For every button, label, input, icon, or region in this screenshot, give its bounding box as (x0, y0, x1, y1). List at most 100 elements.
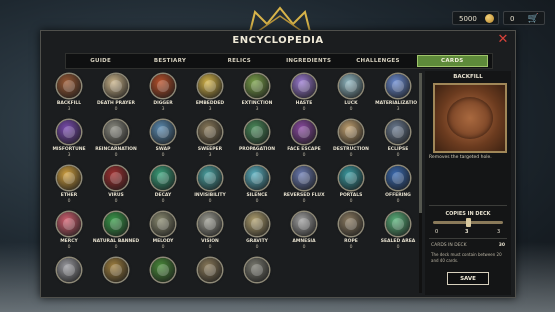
card-icon (198, 120, 222, 144)
card-item[interactable] (94, 255, 138, 297)
card-item[interactable]: MELODY 0 (141, 209, 185, 253)
tab-challenges[interactable]: CHALLENGES (343, 54, 412, 68)
card-item[interactable]: ETHER 0 (47, 163, 91, 207)
card-item[interactable]: MERCY 0 (47, 209, 91, 253)
save-button[interactable]: SAVE (447, 272, 489, 285)
card-count: 0 (349, 107, 353, 112)
card-icon (151, 258, 175, 282)
card-icon (292, 120, 316, 144)
card-name: ROPE (344, 239, 358, 244)
card-icon (339, 120, 363, 144)
gold-counter: 5000 (452, 11, 499, 25)
card-count: 0 (396, 153, 400, 158)
card-count: 3 (67, 107, 71, 112)
card-item[interactable]: AMNESIA 0 (282, 209, 326, 253)
card-name: MISFORTUNE (52, 147, 86, 152)
card-item[interactable]: REVERSED FLUX 0 (282, 163, 326, 207)
card-item[interactable]: GRAVITY 0 (235, 209, 279, 253)
card-count: 3 (396, 107, 400, 112)
card-item[interactable]: DIGGER 3 (141, 71, 185, 115)
card-grid: BACKFILL 3 DEATH PRAYER 0 DIGGER 3 EMBEDDED 3 EX… (45, 71, 417, 297)
card-icon (245, 212, 269, 236)
card-item[interactable]: HASTE 0 (282, 71, 326, 115)
card-item[interactable] (47, 255, 91, 297)
card-name: HASTE (295, 101, 313, 106)
card-icon (292, 166, 316, 190)
card-icon (104, 74, 128, 98)
card-item[interactable]: SWAP 0 (141, 117, 185, 161)
card-count: 0 (161, 245, 165, 250)
card-icon (292, 212, 316, 236)
cart-counter[interactable]: 0 🛒 (503, 11, 545, 25)
card-item[interactable]: SWEEPER 3 (188, 117, 232, 161)
card-item[interactable]: PROPAGATION 0 (235, 117, 279, 161)
card-item[interactable]: REINCARNATION 0 (94, 117, 138, 161)
card-icon (245, 258, 269, 282)
card-name: REVERSED FLUX (283, 193, 325, 198)
card-icon (386, 120, 410, 144)
tab-guide[interactable]: GUIDE (66, 54, 135, 68)
card-item[interactable]: FACE ESCAPE 0 (282, 117, 326, 161)
slider-handle[interactable] (465, 218, 471, 227)
card-count: 3 (208, 107, 212, 112)
card-item[interactable]: DESTRUCTION 0 (329, 117, 373, 161)
card-item[interactable] (188, 255, 232, 297)
card-icon (339, 166, 363, 190)
card-count: 0 (67, 245, 71, 250)
card-item[interactable]: OFFERING 0 (376, 163, 417, 207)
card-icon (339, 212, 363, 236)
scrollbar[interactable] (419, 73, 422, 293)
card-item[interactable]: PORTALS 0 (329, 163, 373, 207)
card-item[interactable] (235, 255, 279, 297)
card-item[interactable]: DECAY 0 (141, 163, 185, 207)
coin-icon (485, 14, 494, 23)
card-item[interactable]: EXTINCTION 3 (235, 71, 279, 115)
card-name: OFFERING (385, 193, 411, 198)
tab-bestiary[interactable]: BESTIARY (135, 54, 204, 68)
card-icon (198, 212, 222, 236)
divider (429, 238, 507, 239)
card-icon (198, 258, 222, 282)
card-item[interactable]: MATERIALIZATION 3 (375, 71, 417, 115)
copies-slider[interactable] (433, 218, 503, 227)
card-item[interactable]: INVISIBILITY 0 (188, 163, 232, 207)
card-name: DIGGER (153, 101, 173, 106)
card-item[interactable]: EMBEDDED 3 (188, 71, 232, 115)
card-item[interactable]: NATURAL BANNED 0 (93, 209, 139, 253)
card-name: PROPAGATION (238, 147, 276, 152)
card-icon (339, 74, 363, 98)
tab-relics[interactable]: RELICS (205, 54, 274, 68)
card-count: 0 (67, 199, 71, 204)
card-item[interactable]: VISION 0 (188, 209, 232, 253)
card-item[interactable]: ROPE 0 (329, 209, 373, 253)
card-count: 0 (114, 199, 118, 204)
card-name: DESTRUCTION (333, 147, 369, 152)
tab-cards[interactable]: CARDS (416, 55, 488, 67)
tab-ingredients[interactable]: INGREDIENTS (274, 54, 343, 68)
card-name: DECAY (154, 193, 172, 198)
card-icon (386, 74, 410, 98)
detail-title: BACKFILL (453, 74, 483, 80)
card-item[interactable]: LUCK 0 (329, 71, 373, 115)
deck-count-label: CARDS IN DECK (431, 243, 467, 248)
card-name: SWAP (155, 147, 171, 152)
card-item[interactable]: VIRUS 0 (94, 163, 138, 207)
card-name: MATERIALIZATION (375, 101, 417, 106)
card-icon (104, 258, 128, 282)
card-item[interactable]: SEALED AREA 0 (376, 209, 417, 253)
card-count: 0 (349, 153, 353, 158)
card-icon (198, 74, 222, 98)
slider-min: 0 (435, 229, 439, 235)
card-icon (151, 166, 175, 190)
card-item[interactable]: BACKFILL 3 (47, 71, 91, 115)
card-name: MERCY (60, 239, 78, 244)
card-item[interactable]: DEATH PRAYER 0 (94, 71, 138, 115)
close-icon[interactable]: ✕ (497, 33, 509, 46)
scrollbar-thumb[interactable] (419, 73, 422, 213)
card-count: 0 (114, 245, 118, 250)
card-name: VISION (201, 239, 219, 244)
card-item[interactable]: MISFORTUNE 3 (47, 117, 91, 161)
card-item[interactable]: ECLIPSE 0 (376, 117, 417, 161)
card-item[interactable]: SILENCE 0 (235, 163, 279, 207)
card-item[interactable] (141, 255, 185, 297)
